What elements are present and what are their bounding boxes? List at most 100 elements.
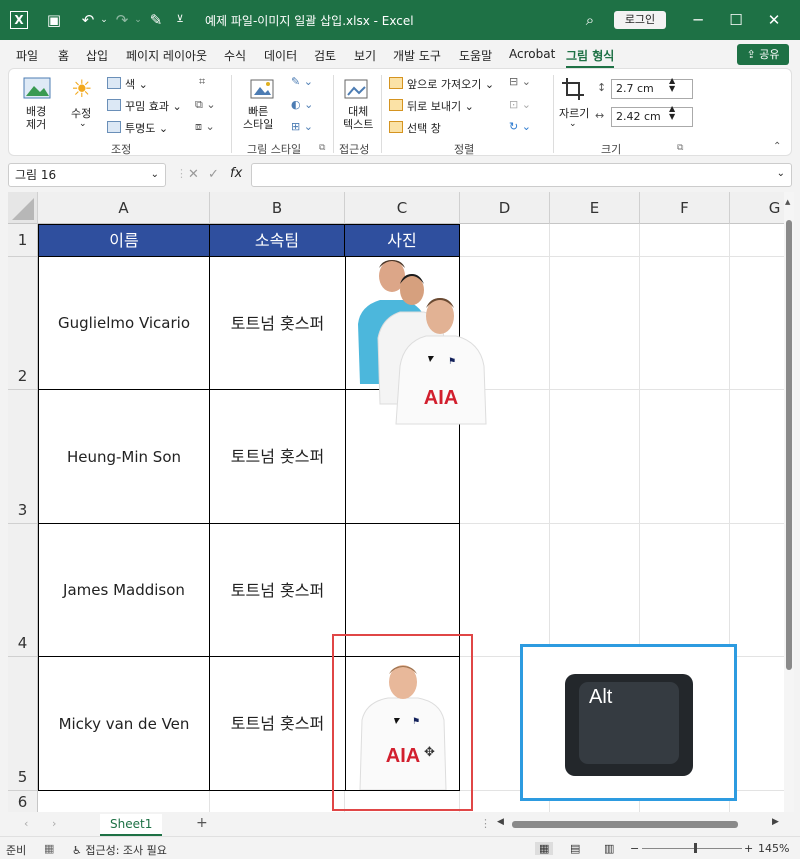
cancel-icon[interactable]: ✕ <box>188 167 199 182</box>
cell[interactable] <box>38 791 210 812</box>
cell[interactable] <box>550 257 640 390</box>
team-cell[interactable]: 토트넘 홋스퍼 <box>209 257 346 390</box>
corrections-dropdown-icon[interactable]: ⌄ <box>79 119 87 129</box>
next-sheet-icon[interactable]: › <box>52 817 56 830</box>
team-cell[interactable]: 토트넘 홋스퍼 <box>209 524 346 657</box>
column-header-f[interactable]: F <box>640 192 730 224</box>
tab-home[interactable]: 홈 <box>58 47 69 64</box>
remove-background-icon[interactable] <box>23 77 51 99</box>
header-cell-team[interactable]: 소속팀 <box>210 224 345 257</box>
row-header-2[interactable]: 2 <box>8 257 38 390</box>
row-header-3[interactable]: 3 <box>8 390 38 524</box>
row-header-6[interactable]: 6 <box>8 791 38 812</box>
tab-insert[interactable]: 삽입 <box>86 47 108 64</box>
cell[interactable] <box>550 224 640 257</box>
column-header-b[interactable]: B <box>210 192 345 224</box>
page-layout-view-icon[interactable]: ▤ <box>570 842 580 855</box>
scroll-up-icon[interactable]: ▲ <box>785 198 790 206</box>
cell[interactable] <box>460 224 550 257</box>
column-header-d[interactable]: D <box>460 192 550 224</box>
vertical-scrollbar[interactable]: ▲ <box>784 192 794 812</box>
zoom-slider-thumb[interactable] <box>694 843 697 853</box>
tab-split-handle[interactable]: ⋮ <box>480 817 491 830</box>
scroll-right-icon[interactable]: ▶ <box>772 817 779 827</box>
send-backward-button[interactable]: 뒤로 보내기 ⌄ <box>407 98 474 114</box>
minimize-icon[interactable]: ─ <box>688 10 708 30</box>
tab-page-layout[interactable]: 페이지 레이아웃 <box>126 47 207 64</box>
crop-icon[interactable] <box>561 77 585 101</box>
prev-sheet-icon[interactable]: ‹ <box>24 817 28 830</box>
enter-icon[interactable]: ✓ <box>208 167 219 182</box>
cell[interactable] <box>210 791 345 812</box>
group-icon[interactable]: ⊡ ⌄ <box>509 98 531 111</box>
name-cell[interactable]: James Maddison <box>38 524 210 657</box>
name-cell[interactable]: Guglielmo Vicario <box>38 257 210 390</box>
height-spinner[interactable]: 2.7 cm <box>611 79 693 99</box>
color-button[interactable]: 색 ⌄ <box>125 76 148 92</box>
customize-toolbar-icon[interactable]: ⊻ <box>170 10 190 30</box>
column-header-e[interactable]: E <box>550 192 640 224</box>
crop-dropdown-icon[interactable]: ⌄ <box>569 119 577 129</box>
compress-pictures-icon[interactable]: ⌗ <box>199 75 205 89</box>
cell[interactable] <box>550 390 640 524</box>
picture-effects-icon[interactable]: ◐ ⌄ <box>291 98 313 111</box>
tab-file[interactable]: 파일 <box>16 47 38 64</box>
search-icon[interactable]: ⌕ <box>580 10 600 30</box>
picture-border-icon[interactable]: ✎ ⌄ <box>291 75 313 88</box>
team-cell[interactable]: 토트넘 홋스퍼 <box>209 390 346 524</box>
corrections-icon[interactable]: ☀ <box>71 75 93 103</box>
picture-layout-icon[interactable]: ⊞ ⌄ <box>291 120 313 133</box>
sheet-tab-sheet1[interactable]: Sheet1 <box>100 814 163 836</box>
team-cell[interactable]: 토트넘 홋스퍼 <box>209 657 346 791</box>
tab-data[interactable]: 데이터 <box>264 47 297 64</box>
width-spinner[interactable]: 2.42 cm <box>611 107 693 127</box>
redo-dropdown-icon[interactable]: ⌄ <box>128 10 148 30</box>
zoom-level[interactable]: 145% <box>758 842 789 855</box>
cell[interactable] <box>640 390 730 524</box>
horizontal-scroll-thumb[interactable] <box>512 821 738 828</box>
reset-picture-icon[interactable]: ⧈ ⌄ <box>195 120 215 134</box>
tab-formulas[interactable]: 수식 <box>224 47 246 64</box>
cell[interactable] <box>640 524 730 657</box>
change-picture-icon[interactable]: ⧉ ⌄ <box>195 98 216 112</box>
column-header-a[interactable]: A <box>38 192 210 224</box>
scroll-left-icon[interactable]: ◀ <box>497 817 504 827</box>
header-cell-name[interactable]: 이름 <box>38 224 210 257</box>
tab-view[interactable]: 보기 <box>354 47 376 64</box>
quick-styles-button[interactable]: 빠른 스타일 <box>243 105 273 131</box>
name-cell[interactable]: Micky van de Ven <box>38 657 210 791</box>
cell[interactable] <box>460 524 550 657</box>
share-button[interactable]: ⇪ 공유 <box>737 44 789 65</box>
vertical-scroll-thumb[interactable] <box>786 220 792 670</box>
login-button[interactable]: 로그인 <box>614 11 666 29</box>
remove-background-button[interactable]: 배경 제거 <box>26 105 46 131</box>
insert-function-icon[interactable]: fx <box>230 166 242 181</box>
accessibility-status[interactable]: ♿ 접근성: 조사 필요 <box>72 842 167 858</box>
undo-dropdown-icon[interactable]: ⌄ <box>94 10 114 30</box>
expand-formula-icon[interactable]: ⌄ <box>777 168 785 179</box>
zoom-slider[interactable] <box>642 848 742 849</box>
save-icon[interactable]: ▣ <box>44 10 64 30</box>
selection-pane-button[interactable]: 선택 창 <box>407 120 441 136</box>
rotate-icon[interactable]: ↻ ⌄ <box>509 120 531 133</box>
transparency-button[interactable]: 투명도 ⌄ <box>125 120 168 136</box>
name-box-dropdown-icon[interactable]: ⌄ <box>151 164 159 186</box>
header-cell-photo[interactable]: 사진 <box>345 224 460 257</box>
macro-record-icon[interactable]: ▦ <box>44 842 54 855</box>
collapse-ribbon-icon[interactable]: ⌃ <box>773 141 781 152</box>
select-all-corner[interactable] <box>8 192 38 224</box>
height-stepper-icon[interactable]: ▲ ▼ <box>669 77 675 93</box>
add-sheet-icon[interactable]: + <box>196 815 208 831</box>
format-painter-icon[interactable]: ✎ <box>146 10 166 30</box>
tab-review[interactable]: 검토 <box>314 47 336 64</box>
close-icon[interactable]: ✕ <box>764 10 784 30</box>
cell[interactable] <box>550 524 640 657</box>
maximize-icon[interactable]: ☐ <box>726 10 746 30</box>
page-break-view-icon[interactable]: ▥ <box>604 842 614 855</box>
normal-view-icon[interactable]: ▦ <box>535 842 554 855</box>
tab-acrobat[interactable]: Acrobat <box>509 47 555 61</box>
name-box[interactable]: 그림 16 ⌄ <box>8 163 166 187</box>
artistic-effects-button[interactable]: 꾸밈 효과 ⌄ <box>125 98 182 114</box>
column-header-c[interactable]: C <box>345 192 460 224</box>
row-header-5[interactable]: 5 <box>8 657 38 791</box>
